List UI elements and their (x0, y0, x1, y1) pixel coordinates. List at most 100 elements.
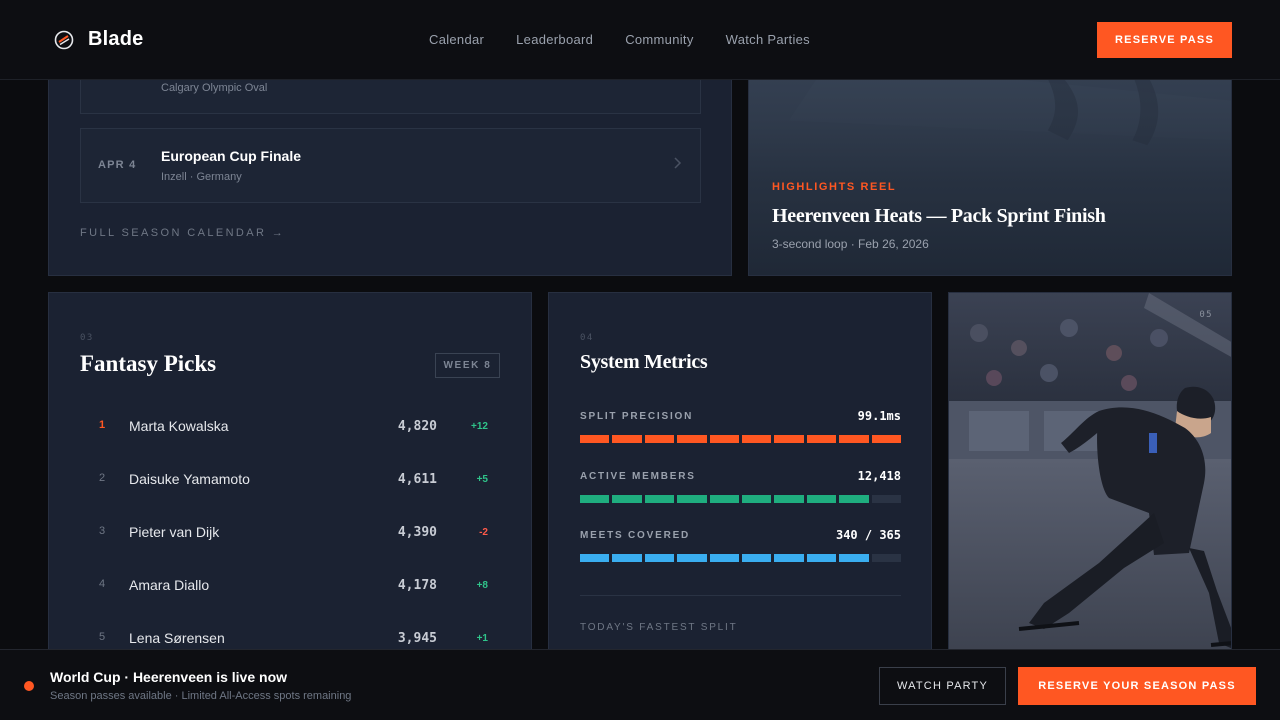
progress-segment (839, 554, 869, 562)
progress-segment (871, 435, 902, 443)
event-title: European Cup Finale (161, 148, 302, 164)
pick-row[interactable]: 1 Marta Kowalska 4,820 +12 (80, 400, 500, 453)
fastest-split-label: TODAY'S FASTEST SPLIT (580, 622, 738, 633)
live-event-subtitle: Season passes available · Limited All-Ac… (50, 690, 352, 702)
divider (580, 595, 901, 596)
nav-link-leaderboard[interactable]: Leaderboard (516, 32, 593, 47)
nav-link-watch-parties[interactable]: Watch Parties (726, 32, 810, 47)
section-number: 05 (1199, 310, 1213, 320)
progress-segment (644, 554, 675, 562)
fantasy-picks-panel: 03 Fantasy Picks WEEK 8 1 Marta Kowalska… (48, 292, 532, 672)
pick-row[interactable]: 4 Amara Diallo 4,178 +8 (80, 559, 500, 612)
reserve-pass-button[interactable]: RESERVE PASS (1097, 22, 1232, 58)
progress-segment (612, 495, 642, 503)
pick-delta: +8 (476, 580, 488, 591)
progress-segment (839, 435, 869, 443)
pick-name: Daisuke Yamamoto (129, 471, 250, 487)
event-date: APR 4 (98, 159, 137, 171)
progress-segment (839, 495, 869, 503)
pick-delta: +12 (471, 421, 488, 432)
progress-segment (709, 495, 740, 503)
progress-segment (774, 554, 804, 562)
progress-segment (580, 554, 610, 562)
metric-value: 340 / 365 (835, 528, 901, 542)
metric-progress-bar (580, 554, 902, 562)
live-event-title: World Cup · Heerenveen is live now (50, 669, 288, 685)
pick-rank: 1 (99, 419, 106, 431)
metric-label: SPLIT PRECISION (580, 411, 694, 422)
full-season-calendar-link[interactable]: FULL SEASON CALENDAR → (80, 227, 285, 239)
week-badge[interactable]: WEEK 8 (435, 353, 500, 378)
event-row[interactable]: APR 4 European Cup Finale Inzell · Germa… (80, 128, 701, 203)
metrics-title: System Metrics (580, 351, 708, 373)
progress-segment (806, 554, 837, 562)
pick-points: 4,820 (397, 419, 437, 434)
progress-segment (774, 495, 804, 503)
highlights-meta: 3-second loop · Feb 26, 2026 (772, 237, 929, 251)
metric-value: 99.1ms (857, 409, 901, 423)
progress-segment (580, 495, 610, 503)
pick-delta: -2 (479, 527, 488, 538)
skate-blade-logo-icon (54, 30, 74, 49)
progress-segment (677, 554, 707, 562)
progress-segment (612, 554, 642, 562)
pick-rank: 2 (99, 472, 106, 484)
pick-row[interactable]: 2 Daisuke Yamamoto 4,611 +5 (80, 453, 500, 506)
progress-segment (742, 554, 772, 562)
system-metrics-panel: 04 System Metrics SPLIT PRECISION 99.1ms… (548, 292, 932, 672)
skater-photo-card: 05 (948, 292, 1232, 672)
pick-name: Pieter van Dijk (129, 524, 220, 540)
progress-segment (580, 435, 610, 443)
live-indicator-icon (24, 681, 34, 691)
progress-segment (677, 495, 707, 503)
progress-segment (774, 435, 804, 443)
event-venue: Calgary Olympic Oval (161, 82, 268, 94)
progress-segment (709, 554, 740, 562)
metric-progress-bar (580, 435, 902, 443)
pick-points: 3,945 (397, 631, 437, 646)
watch-party-button[interactable]: WATCH PARTY (879, 667, 1006, 705)
pick-row[interactable]: 3 Pieter van Dijk 4,390 -2 (80, 506, 500, 559)
nav-link-calendar[interactable]: Calendar (429, 32, 484, 47)
reserve-season-pass-button[interactable]: RESERVE YOUR SEASON PASS (1018, 667, 1256, 705)
progress-segment (806, 495, 837, 503)
section-number: 04 (580, 333, 594, 343)
brand-name: Blade (88, 28, 144, 50)
progress-segment (871, 554, 902, 562)
progress-segment (644, 495, 675, 503)
highlights-reel-card[interactable]: HIGHLIGHTS REEL Heerenveen Heats — Pack … (748, 60, 1232, 276)
pick-name: Lena Sørensen (129, 630, 225, 646)
pick-points: 4,611 (397, 472, 437, 487)
pick-rank: 4 (99, 578, 106, 590)
speed-skater-photo (949, 293, 1231, 671)
pick-delta: +1 (476, 633, 488, 644)
pick-rank: 5 (99, 631, 106, 643)
metric-progress-bar (580, 495, 902, 503)
upcoming-events-panel: MAR 22 Calgary Olympic Oval APR 4 Europe… (48, 39, 732, 276)
progress-segment (644, 435, 675, 443)
top-navigation: Blade Calendar Leaderboard Community Wat… (0, 0, 1280, 80)
pick-name: Marta Kowalska (129, 418, 229, 434)
highlights-kicker: HIGHLIGHTS REEL (772, 181, 897, 193)
pick-delta: +5 (476, 474, 488, 485)
metric-value: 12,418 (857, 469, 901, 483)
progress-segment (742, 495, 772, 503)
metric-label: ACTIVE MEMBERS (580, 471, 696, 482)
pick-points: 4,178 (397, 578, 437, 593)
progress-segment (742, 435, 772, 443)
progress-segment (709, 435, 740, 443)
pick-name: Amara Diallo (129, 577, 210, 593)
event-venue: Inzell · Germany (161, 171, 242, 183)
main-nav: Calendar Leaderboard Community Watch Par… (429, 32, 810, 47)
brand[interactable]: Blade (54, 28, 143, 51)
pick-rank: 3 (99, 525, 106, 537)
nav-link-community[interactable]: Community (625, 32, 693, 47)
section-number: 03 (80, 333, 94, 343)
fantasy-title: Fantasy Picks (80, 351, 217, 376)
progress-segment (677, 435, 707, 443)
metric-label: MEETS COVERED (580, 530, 691, 541)
live-now-bar: World Cup · Heerenveen is live now Seaso… (0, 649, 1280, 720)
progress-segment (612, 435, 642, 443)
progress-segment (871, 495, 902, 503)
pick-points: 4,390 (397, 525, 437, 540)
